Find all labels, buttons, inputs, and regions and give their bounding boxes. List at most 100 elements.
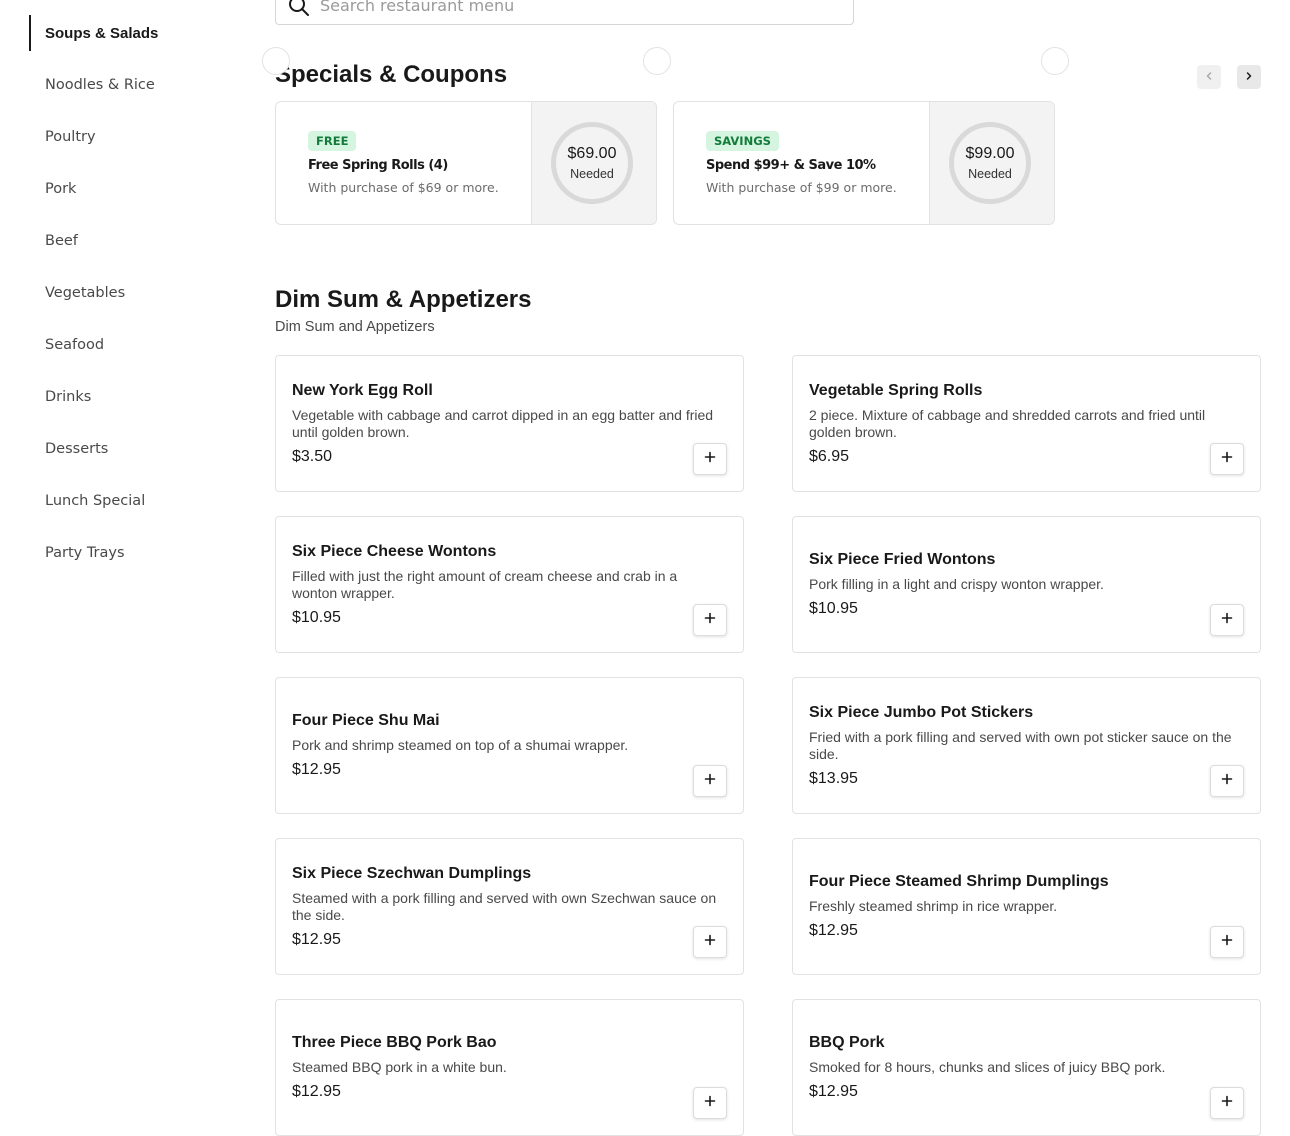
menu-item-card[interactable]: Three Piece BBQ Pork Bao Steamed BBQ pork… xyxy=(275,999,744,1136)
menu-item-price: $12.95 xyxy=(292,930,341,948)
coupon-card[interactable]: SAVINGS Spend $99+ & Save 10% With purch… xyxy=(673,101,1055,225)
search-icon xyxy=(288,0,310,17)
coupon-subtitle: With purchase of $69 or more. xyxy=(308,180,499,195)
plus-icon xyxy=(704,933,716,951)
sidebar-item-drinks[interactable]: Drinks xyxy=(29,379,229,415)
sidebar-item-soups-salads[interactable]: Soups & Salads xyxy=(29,15,229,51)
menu-item-content: Four Piece Steamed Shrimp Dumplings Fresh… xyxy=(809,839,1244,974)
plus-icon xyxy=(1221,1094,1233,1112)
menu-item-price: $12.95 xyxy=(292,761,341,778)
menu-item-description: Freshly steamed shrimp in rice wrapper. xyxy=(809,898,1058,914)
add-to-cart-button[interactable] xyxy=(693,443,727,475)
sidebar-item-vegetables[interactable]: Vegetables xyxy=(29,275,229,311)
plus-icon xyxy=(704,450,716,468)
coupon-amount-label: Needed xyxy=(968,167,1012,181)
menu-item-card[interactable]: Six Piece Cheese Wontons Filled with just… xyxy=(275,516,744,653)
menu-item-name: Six Piece Fried Wontons xyxy=(809,551,996,568)
plus-icon xyxy=(1221,772,1233,790)
menu-item-name: Six Piece Szechwan Dumplings xyxy=(292,864,532,882)
sidebar-item-lunch-special[interactable]: Lunch Special xyxy=(29,483,229,519)
menu-item-card[interactable]: Six Piece Jumbo Pot Stickers Fried with a… xyxy=(792,677,1261,814)
add-to-cart-button[interactable] xyxy=(1210,1087,1244,1119)
coupon-progress-panel: $69.00 Needed xyxy=(531,102,656,224)
menu-item-description: Vegetable with cabbage and carrot dipped… xyxy=(292,406,714,440)
menu-item-content: New York Egg Roll Vegetable with cabbage … xyxy=(292,356,727,491)
add-to-cart-button[interactable] xyxy=(1210,926,1244,958)
sidebar-item-noodles-rice[interactable]: Noodles & Rice xyxy=(29,67,229,103)
coupon-title: Spend $99+ & Save 10% xyxy=(706,158,876,173)
search-input[interactable] xyxy=(320,0,853,15)
menu-item-price: $10.95 xyxy=(292,608,341,626)
add-to-cart-button[interactable] xyxy=(693,604,727,636)
sidebar-item-beef[interactable]: Beef xyxy=(29,223,229,259)
menu-item-card[interactable]: Six Piece Szechwan Dumplings Steamed with… xyxy=(275,838,744,975)
menu-item-price: $3.50 xyxy=(292,447,333,465)
sidebar-item-desserts[interactable]: Desserts xyxy=(29,431,229,467)
menu-item-price: $12.95 xyxy=(809,922,858,939)
menu-item-name: Six Piece Jumbo Pot Stickers xyxy=(809,703,1034,721)
menu-item-content: BBQ Pork Smoked for 8 hours, chunks and s… xyxy=(809,1000,1244,1135)
add-to-cart-button[interactable] xyxy=(693,926,727,958)
coupon-details: FREE Free Spring Rolls (4) With purchase… xyxy=(276,102,531,224)
sidebar-item-seafood[interactable]: Seafood xyxy=(29,327,229,363)
menu-item-card[interactable]: BBQ Pork Smoked for 8 hours, chunks and s… xyxy=(792,999,1261,1136)
menu-item-price: $10.95 xyxy=(809,600,858,617)
coupon-notch xyxy=(643,47,671,75)
coupon-badge: FREE xyxy=(308,131,357,151)
menu-item-name: Six Piece Cheese Wontons xyxy=(292,542,497,560)
plus-icon xyxy=(1221,933,1233,951)
menu-item-name: Four Piece Shu Mai xyxy=(292,712,440,729)
menu-item-description: Pork and shrimp steamed on top of a shum… xyxy=(292,737,629,753)
menu-item-card[interactable]: Four Piece Steamed Shrimp Dumplings Fresh… xyxy=(792,838,1261,975)
menu-item-content: Six Piece Cheese Wontons Filled with just… xyxy=(292,517,727,652)
coupon-card[interactable]: FREE Free Spring Rolls (4) With purchase… xyxy=(275,101,657,225)
menu-item-content: Six Piece Szechwan Dumplings Steamed with… xyxy=(292,839,727,974)
menu-item-content: Six Piece Fried Wontons Pork filling in a… xyxy=(809,517,1244,652)
menu-item-card[interactable]: Six Piece Fried Wontons Pork filling in a… xyxy=(792,516,1261,653)
coupon-notch xyxy=(1041,47,1069,75)
coupon-amount-label: Needed xyxy=(570,167,614,181)
menu-item-description: Steamed BBQ pork in a white bun. xyxy=(292,1059,507,1075)
coupon-progress-panel: $99.00 Needed xyxy=(929,102,1054,224)
menu-item-content: Vegetable Spring Rolls 2 piece. Mixture o… xyxy=(809,356,1244,491)
menu-item-card[interactable]: Vegetable Spring Rolls 2 piece. Mixture o… xyxy=(792,355,1261,492)
category-sidebar: Soups & Salads Noodles & Rice Poultry Po… xyxy=(0,0,245,1091)
menu-item-price: $12.95 xyxy=(809,1083,858,1100)
menu-item-card[interactable]: New York Egg Roll Vegetable with cabbage … xyxy=(275,355,744,492)
chevron-left-icon xyxy=(1204,68,1214,86)
menu-item-description: Steamed with a pork filling and served w… xyxy=(292,889,717,923)
add-to-cart-button[interactable] xyxy=(1210,604,1244,636)
menu-item-content: Four Piece Shu Mai Pork and shrimp steame… xyxy=(292,678,727,813)
section-title: Dim Sum & Appetizers xyxy=(275,286,532,313)
menu-item-description: Filled with just the right amount of cre… xyxy=(292,567,678,601)
menu-item-description: Pork filling in a light and crispy wonto… xyxy=(809,576,1104,592)
sidebar-item-poultry[interactable]: Poultry xyxy=(29,119,229,155)
sidebar-item-party-trays[interactable]: Party Trays xyxy=(29,535,229,571)
menu-item-price: $13.95 xyxy=(809,769,858,787)
coupon-progress-ring: $69.00 Needed xyxy=(551,122,633,204)
chevron-right-icon xyxy=(1244,68,1254,86)
add-to-cart-button[interactable] xyxy=(1210,765,1244,797)
carousel-prev-button[interactable] xyxy=(1197,65,1221,89)
section-subtitle: Dim Sum and Appetizers xyxy=(275,319,435,335)
coupon-amount: $99.00 xyxy=(965,145,1015,162)
menu-item-name: Four Piece Steamed Shrimp Dumplings xyxy=(809,873,1109,890)
menu-item-name: Three Piece BBQ Pork Bao xyxy=(292,1034,497,1051)
coupon-progress-ring: $99.00 Needed xyxy=(949,122,1031,204)
menu-item-card[interactable]: Four Piece Shu Mai Pork and shrimp steame… xyxy=(275,677,744,814)
menu-item-name: Vegetable Spring Rolls xyxy=(809,381,983,399)
add-to-cart-button[interactable] xyxy=(1210,443,1244,475)
coupon-subtitle: With purchase of $99 or more. xyxy=(706,180,897,195)
plus-icon xyxy=(704,611,716,629)
specials-title: Specials & Coupons xyxy=(275,61,508,88)
sidebar-item-pork[interactable]: Pork xyxy=(29,171,229,207)
menu-item-content: Six Piece Jumbo Pot Stickers Fried with a… xyxy=(809,678,1244,813)
search-bar xyxy=(275,0,854,25)
add-to-cart-button[interactable] xyxy=(693,765,727,797)
menu-item-name: New York Egg Roll xyxy=(292,381,433,399)
menu-item-description: Fried with a pork filling and served wit… xyxy=(809,728,1232,762)
add-to-cart-button[interactable] xyxy=(693,1087,727,1119)
carousel-next-button[interactable] xyxy=(1237,65,1261,89)
plus-icon xyxy=(1221,450,1233,468)
coupon-title: Free Spring Rolls (4) xyxy=(308,158,448,173)
